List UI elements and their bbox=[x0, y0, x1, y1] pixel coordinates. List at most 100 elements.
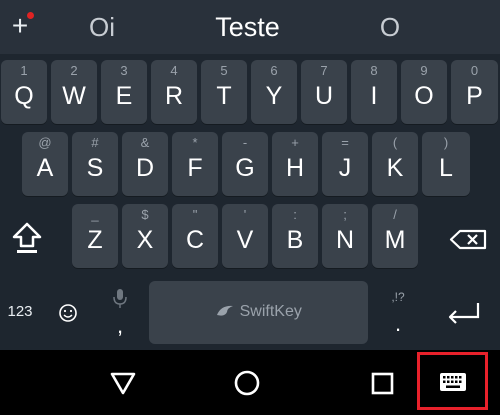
key-s[interactable]: # S bbox=[72, 132, 118, 196]
key-r[interactable]: 4 R bbox=[151, 60, 197, 124]
key-hint: ; bbox=[343, 207, 347, 222]
key-a[interactable]: @ A bbox=[22, 132, 68, 196]
key-v[interactable]: ' V bbox=[222, 204, 268, 268]
key-label: U bbox=[314, 82, 334, 110]
key-hint: 9 bbox=[420, 63, 428, 78]
key-hint: 4 bbox=[170, 63, 178, 78]
key-label: Y bbox=[265, 82, 283, 110]
key-j[interactable]: = J bbox=[322, 132, 368, 196]
period-key[interactable]: ,!? . bbox=[378, 281, 418, 344]
key-hint: _ bbox=[91, 207, 99, 222]
back-triangle-icon bbox=[110, 372, 136, 395]
key-x[interactable]: $ X bbox=[122, 204, 168, 268]
key-p[interactable]: 0 P bbox=[451, 60, 498, 124]
key-hint: 5 bbox=[220, 63, 228, 78]
shift-key[interactable] bbox=[4, 204, 50, 268]
key-label: M bbox=[384, 226, 406, 254]
key-b[interactable]: : B bbox=[272, 204, 318, 268]
suggestion-right[interactable]: O bbox=[355, 10, 425, 44]
key-d[interactable]: & D bbox=[122, 132, 168, 196]
key-label: B bbox=[286, 226, 304, 254]
key-label: F bbox=[187, 154, 203, 182]
key-q[interactable]: 1 Q bbox=[1, 60, 47, 124]
key-f[interactable]: * F bbox=[172, 132, 218, 196]
keyboard: 1 Q 2 W 3 E 4 R 5 T 6 Y 7 U 8 I 9 O 0 P … bbox=[0, 54, 500, 350]
key-e[interactable]: 3 E bbox=[101, 60, 147, 124]
period-hint: ,!? bbox=[391, 290, 405, 304]
recents-square-icon bbox=[371, 372, 394, 395]
key-hint: * bbox=[192, 135, 198, 150]
suggestion-center[interactable]: Teste bbox=[185, 10, 310, 44]
key-label: K bbox=[386, 154, 404, 182]
key-g[interactable]: - G bbox=[222, 132, 268, 196]
key-hint: ' bbox=[243, 207, 247, 222]
key-label: Z bbox=[87, 226, 103, 254]
backspace-key[interactable] bbox=[440, 204, 496, 268]
key-hint: 8 bbox=[370, 63, 378, 78]
key-label: T bbox=[216, 82, 232, 110]
key-hint: = bbox=[341, 135, 349, 150]
key-hint: $ bbox=[141, 207, 149, 222]
key-label: I bbox=[370, 82, 378, 110]
key-label: D bbox=[135, 154, 155, 182]
key-label: V bbox=[236, 226, 254, 254]
home-circle-icon bbox=[234, 370, 260, 396]
emoji-key[interactable] bbox=[48, 281, 88, 344]
key-hint: ( bbox=[392, 135, 398, 150]
key-c[interactable]: " C bbox=[172, 204, 218, 268]
key-hint: 7 bbox=[320, 63, 328, 78]
key-y[interactable]: 6 Y bbox=[251, 60, 297, 124]
key-label: S bbox=[86, 154, 104, 182]
smiley-icon bbox=[59, 304, 77, 322]
key-hint: # bbox=[91, 135, 99, 150]
key-hint: 6 bbox=[270, 63, 278, 78]
key-label: X bbox=[136, 226, 154, 254]
key-label: W bbox=[62, 82, 86, 110]
back-button[interactable] bbox=[98, 358, 148, 408]
space-label: SwiftKey bbox=[239, 303, 302, 320]
key-label: A bbox=[36, 154, 54, 182]
key-n[interactable]: ; N bbox=[322, 204, 368, 268]
key-hint: " bbox=[192, 207, 198, 222]
highlight-box bbox=[417, 352, 488, 410]
key-label: J bbox=[338, 154, 352, 182]
key-hint: : bbox=[293, 207, 297, 222]
key-label: L bbox=[439, 154, 453, 182]
key-h[interactable]: + H bbox=[272, 132, 318, 196]
key-label: H bbox=[285, 154, 305, 182]
swiftkey-bird-icon bbox=[217, 305, 234, 316]
home-button[interactable] bbox=[222, 358, 272, 408]
enter-key[interactable] bbox=[436, 281, 492, 344]
key-o[interactable]: 9 O bbox=[401, 60, 447, 124]
numbers-key[interactable]: 123 bbox=[0, 281, 40, 344]
key-i[interactable]: 8 I bbox=[351, 60, 397, 124]
notification-dot bbox=[27, 12, 34, 19]
numbers-label: 123 bbox=[7, 303, 33, 320]
key-z[interactable]: _ Z bbox=[72, 204, 118, 268]
key-label: O bbox=[414, 82, 434, 110]
space-key[interactable]: SwiftKey bbox=[149, 281, 368, 344]
microphone-icon bbox=[113, 289, 127, 308]
key-hint: 0 bbox=[470, 63, 479, 78]
key-hint: 2 bbox=[70, 63, 78, 78]
key-hint: 1 bbox=[20, 63, 28, 78]
key-t[interactable]: 5 T bbox=[201, 60, 247, 124]
key-m[interactable]: / M bbox=[372, 204, 418, 268]
key-w[interactable]: 2 W bbox=[51, 60, 97, 124]
comma-key[interactable]: , bbox=[100, 281, 140, 344]
key-k[interactable]: ( K bbox=[372, 132, 418, 196]
key-label: C bbox=[185, 226, 205, 254]
key-hint: / bbox=[393, 207, 397, 222]
swiftkey-logo: SwiftKey bbox=[149, 303, 368, 321]
key-u[interactable]: 7 U bbox=[301, 60, 347, 124]
suggestion-left[interactable]: Oi bbox=[62, 10, 142, 44]
recents-button[interactable] bbox=[357, 358, 407, 408]
key-label: E bbox=[115, 82, 133, 110]
key-label: R bbox=[164, 82, 184, 110]
shift-arrow-icon bbox=[12, 222, 42, 253]
key-hint: + bbox=[291, 135, 299, 150]
key-l[interactable]: ) L bbox=[422, 132, 470, 196]
backspace-icon bbox=[449, 229, 487, 250]
key-label: N bbox=[335, 226, 355, 254]
key-hint: - bbox=[242, 135, 248, 150]
